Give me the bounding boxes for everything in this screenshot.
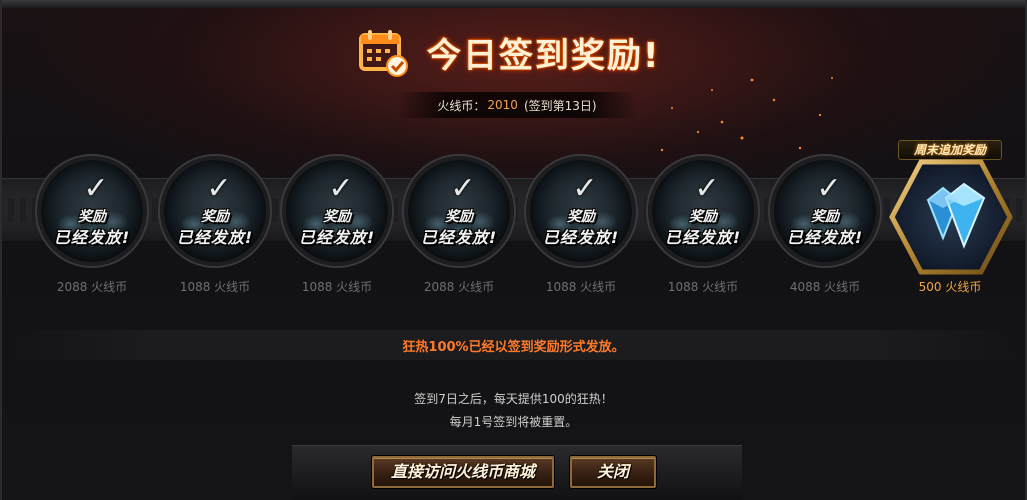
- day-1-reward: 2088 火线币: [56, 280, 128, 294]
- reward-claimed-badge: ✓ 奖励 已经发放!: [160, 156, 270, 266]
- day-slot-4: ✓ 奖励 已经发放!: [404, 156, 514, 266]
- window-top-strip: ··· ··· ··· ···: [2, 0, 1025, 8]
- stamp-line-1: 奖励: [78, 209, 106, 225]
- sign-in-reward-window: ··· ··· ··· ··· 今日签到奖励! 火线币： 2010 (签到第13…: [0, 0, 1027, 500]
- day-6-reward: 1088 火线币: [667, 280, 739, 294]
- weekend-bonus-reward: 500 火线币: [918, 280, 982, 294]
- stamp-line-2: 已经发放!: [786, 228, 864, 247]
- calendar-check-icon: [357, 26, 409, 78]
- day-slot-7: ✓ 奖励 已经发放!: [770, 156, 880, 266]
- day-5-reward: 1088 火线币: [545, 280, 617, 294]
- day-2-reward: 1088 火线币: [179, 280, 251, 294]
- stamp-line-1: 奖励: [201, 209, 229, 225]
- reward-claimed-badge: ✓ 奖励 已经发放!: [526, 156, 636, 266]
- info-line-2: 每月1号签到将被重置。: [449, 415, 578, 429]
- info-line-1: 签到7日之后，每天提供100的狂热！: [414, 392, 613, 406]
- checkmark-icon: ✓: [450, 171, 476, 206]
- stamp-line-2: 已经发放!: [53, 228, 131, 247]
- page-title: 今日签到奖励!: [427, 35, 661, 76]
- checkmark-icon: ✓: [694, 171, 720, 206]
- stamp-line-1: 奖励: [567, 209, 595, 225]
- day-slot-6: ✓ 奖励 已经发放!: [648, 156, 758, 266]
- stamp-line-2: 已经发放!: [420, 228, 498, 247]
- hexagon-frame: [888, 158, 1014, 276]
- checkmark-icon: ✓: [206, 171, 232, 206]
- checkmark-icon: ✓: [816, 171, 842, 206]
- stamp-line-2: 已经发放!: [176, 228, 254, 247]
- weekend-bonus-slot: 周末追加奖励: [888, 140, 1018, 280]
- day-slot-3: ✓ 奖励 已经发放!: [282, 156, 392, 266]
- stamp-line-1: 奖励: [811, 209, 839, 225]
- visit-coin-shop-button[interactable]: 直接访问火线币商城: [372, 456, 554, 488]
- day-3-reward: 1088 火线币: [301, 280, 373, 294]
- day-slot-2: ✓ 奖励 已经发放!: [160, 156, 270, 266]
- title-area: 今日签到奖励!: [357, 24, 687, 80]
- coin-value: 2010: [487, 98, 518, 112]
- checkmark-icon: ✓: [572, 171, 598, 206]
- reward-claimed-badge: ✓ 奖励 已经发放!: [37, 156, 147, 266]
- day-4-reward: 2088 火线币: [423, 280, 495, 294]
- stamp-line-1: 奖励: [689, 209, 717, 225]
- checkmark-icon: ✓: [83, 171, 109, 206]
- day-slot-1: ✓ 奖励 已经发放!: [37, 156, 147, 266]
- coin-label: 火线币：: [437, 98, 486, 113]
- checkmark-icon: ✓: [328, 171, 354, 206]
- day-7-reward: 4088 火线币: [789, 280, 861, 294]
- fever-notice: 狂热100%已经以签到奖励形式发放。: [402, 339, 625, 355]
- coin-status-bar: 火线币： 2010 (签到第13日): [397, 92, 637, 118]
- reward-claimed-badge: ✓ 奖励 已经发放!: [648, 156, 758, 266]
- stamp-line-1: 奖励: [323, 209, 351, 225]
- sign-day-count: (签到第13日): [523, 98, 597, 113]
- fever-notice-bar: 狂热100%已经以签到奖励形式发放。: [2, 330, 1025, 360]
- reward-claimed-badge: ✓ 奖励 已经发放!: [282, 156, 392, 266]
- stamp-line-1: 奖励: [445, 209, 473, 225]
- stamp-line-2: 已经发放!: [664, 228, 742, 247]
- close-button[interactable]: 关闭: [570, 456, 656, 488]
- day-slot-5: ✓ 奖励 已经发放!: [526, 156, 636, 266]
- stamp-line-2: 已经发放!: [298, 228, 376, 247]
- reward-claimed-badge: ✓ 奖励 已经发放!: [770, 156, 880, 266]
- top-strip-text: ··· ··· ··· ···: [22, 0, 65, 5]
- reward-claimed-badge: ✓ 奖励 已经发放!: [404, 156, 514, 266]
- stamp-line-2: 已经发放!: [542, 228, 620, 247]
- weekend-bonus-tag: 周末追加奖励: [898, 140, 1002, 160]
